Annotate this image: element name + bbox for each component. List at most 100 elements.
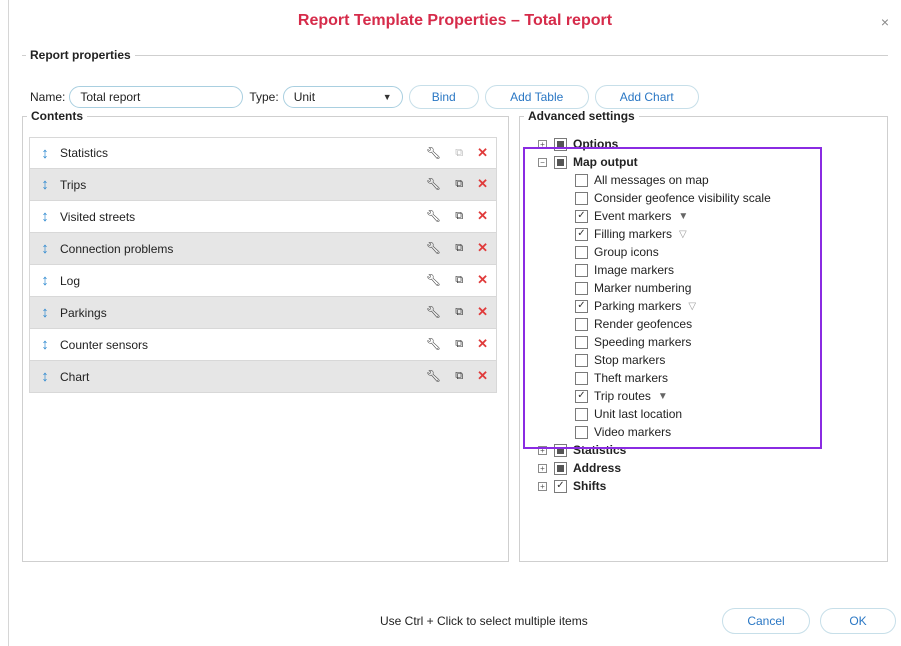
tree-node-shifts[interactable]: + ✓ Shifts	[538, 477, 898, 495]
wrench-icon[interactable]: 🔧︎	[426, 305, 441, 319]
map-option[interactable]: Group icons	[538, 243, 898, 261]
copy-icon[interactable]: ⧉	[455, 338, 463, 351]
wrench-icon[interactable]: 🔧︎	[426, 369, 441, 383]
map-option[interactable]: Render geofences	[538, 315, 898, 333]
map-option[interactable]: Theft markers	[538, 369, 898, 387]
map-option[interactable]: ✓ Filling markers ▽	[538, 225, 898, 243]
shifts-checkbox[interactable]: ✓	[554, 479, 567, 493]
delete-icon[interactable]: ✕	[477, 304, 488, 320]
expand-icon[interactable]: +	[538, 481, 547, 491]
ok-button[interactable]: OK	[820, 608, 896, 634]
list-item[interactable]: ↕ Trips 🔧︎ ⧉ ✕	[29, 169, 497, 201]
advanced-settings-section: Advanced settings + Options − Map output…	[519, 109, 888, 562]
wrench-icon[interactable]: 🔧︎	[426, 177, 441, 191]
wrench-icon[interactable]: 🔧︎	[426, 241, 441, 255]
close-icon[interactable]: ×	[881, 14, 889, 30]
drag-handle-icon[interactable]: ↕	[34, 368, 56, 385]
copy-icon[interactable]: ⧉	[455, 210, 463, 223]
delete-icon[interactable]: ✕	[477, 240, 488, 256]
add-table-button[interactable]: Add Table	[484, 85, 589, 109]
statistics-checkbox[interactable]	[554, 443, 567, 457]
delete-icon[interactable]: ✕	[477, 272, 488, 288]
list-item[interactable]: ↕ Connection problems 🔧︎ ⧉ ✕	[29, 233, 497, 265]
map-option[interactable]: Image markers	[538, 261, 898, 279]
drag-handle-icon[interactable]: ↕	[34, 272, 56, 289]
filter-icon[interactable]: ▼	[658, 391, 668, 402]
chevron-down-icon: ▼	[382, 92, 392, 102]
wrench-icon[interactable]: 🔧︎	[426, 209, 441, 223]
copy-icon[interactable]: ⧉	[455, 274, 463, 287]
filter-outline-icon[interactable]: ▽	[679, 229, 687, 240]
option-checkbox[interactable]: ✓	[575, 299, 588, 313]
wrench-icon[interactable]: 🔧︎	[426, 146, 441, 160]
tree-node-address[interactable]: + Address	[538, 459, 898, 477]
option-checkbox[interactable]	[575, 281, 588, 295]
wrench-icon[interactable]: 🔧︎	[426, 273, 441, 287]
bind-button[interactable]: Bind	[408, 85, 479, 109]
options-checkbox[interactable]	[554, 137, 567, 151]
filter-outline-icon[interactable]: ▽	[688, 301, 696, 312]
expand-icon[interactable]: +	[538, 139, 547, 149]
option-checkbox[interactable]	[575, 263, 588, 277]
option-checkbox[interactable]	[575, 425, 588, 439]
delete-icon[interactable]: ✕	[477, 336, 488, 352]
copy-icon[interactable]: ⧉	[455, 306, 463, 319]
tree-node-map-output[interactable]: − Map output	[538, 153, 898, 171]
list-item[interactable]: ↕ Log 🔧︎ ⧉ ✕	[29, 265, 497, 297]
expand-icon[interactable]: +	[538, 463, 547, 473]
option-checkbox[interactable]	[575, 335, 588, 349]
tree-node-label: Statistics	[573, 443, 627, 457]
drag-handle-icon[interactable]: ↕	[34, 145, 56, 162]
map-option[interactable]: All messages on map	[538, 171, 898, 189]
collapse-icon[interactable]: −	[538, 157, 547, 167]
copy-icon[interactable]: ⧉	[455, 370, 463, 383]
drag-handle-icon[interactable]: ↕	[34, 240, 56, 257]
address-checkbox[interactable]	[554, 461, 567, 475]
option-checkbox[interactable]: ✓	[575, 209, 588, 223]
drag-handle-icon[interactable]: ↕	[34, 336, 56, 353]
map-option[interactable]: Consider geofence visibility scale	[538, 189, 898, 207]
cancel-button[interactable]: Cancel	[722, 608, 810, 634]
option-checkbox[interactable]	[575, 191, 588, 205]
list-item[interactable]: ↕ Visited streets 🔧︎ ⧉ ✕	[29, 201, 497, 233]
list-item[interactable]: ↕ Chart 🔧︎ ⧉ ✕	[29, 361, 497, 393]
map-option[interactable]: Stop markers	[538, 351, 898, 369]
delete-icon[interactable]: ✕	[477, 208, 488, 224]
map-option[interactable]: Speeding markers	[538, 333, 898, 351]
add-chart-button[interactable]: Add Chart	[594, 85, 699, 109]
tree-node-statistics[interactable]: + Statistics	[538, 441, 898, 459]
type-select[interactable]: Unit ▼	[282, 86, 403, 108]
option-checkbox[interactable]	[575, 371, 588, 385]
delete-icon[interactable]: ✕	[477, 145, 488, 161]
list-item[interactable]: ↕ Counter sensors 🔧︎ ⧉ ✕	[29, 329, 497, 361]
map-option[interactable]: Marker numbering	[538, 279, 898, 297]
wrench-icon[interactable]: 🔧︎	[426, 337, 441, 351]
map-option[interactable]: Unit last location	[538, 405, 898, 423]
name-input[interactable]: Total report	[69, 86, 244, 108]
delete-icon[interactable]: ✕	[477, 368, 488, 384]
tree-node-options[interactable]: + Options	[538, 135, 898, 153]
option-checkbox[interactable]	[575, 173, 588, 187]
drag-handle-icon[interactable]: ↕	[34, 304, 56, 321]
map-option[interactable]: Video markers	[538, 423, 898, 441]
drag-handle-icon[interactable]: ↕	[34, 208, 56, 225]
option-checkbox[interactable]	[575, 245, 588, 259]
delete-icon[interactable]: ✕	[477, 176, 488, 192]
map-output-checkbox[interactable]	[554, 155, 567, 169]
map-option[interactable]: ✓ Trip routes ▼	[538, 387, 898, 405]
copy-icon[interactable]: ⧉	[455, 242, 463, 255]
option-checkbox[interactable]	[575, 317, 588, 331]
option-checkbox[interactable]	[575, 353, 588, 367]
list-item[interactable]: ↕ Parkings 🔧︎ ⧉ ✕	[29, 297, 497, 329]
map-option[interactable]: ✓ Event markers ▼	[538, 207, 898, 225]
drag-handle-icon[interactable]: ↕	[34, 176, 56, 193]
option-checkbox[interactable]	[575, 407, 588, 421]
option-checkbox[interactable]: ✓	[575, 389, 588, 403]
expand-icon[interactable]: +	[538, 445, 547, 455]
map-option[interactable]: ✓ Parking markers ▽	[538, 297, 898, 315]
copy-icon[interactable]: ⧉	[455, 178, 463, 191]
list-item[interactable]: ↕ Statistics 🔧︎ ⧉ ✕	[29, 137, 497, 169]
option-label: Trip routes	[594, 389, 651, 403]
filter-icon[interactable]: ▼	[678, 211, 688, 222]
option-checkbox[interactable]: ✓	[575, 227, 588, 241]
